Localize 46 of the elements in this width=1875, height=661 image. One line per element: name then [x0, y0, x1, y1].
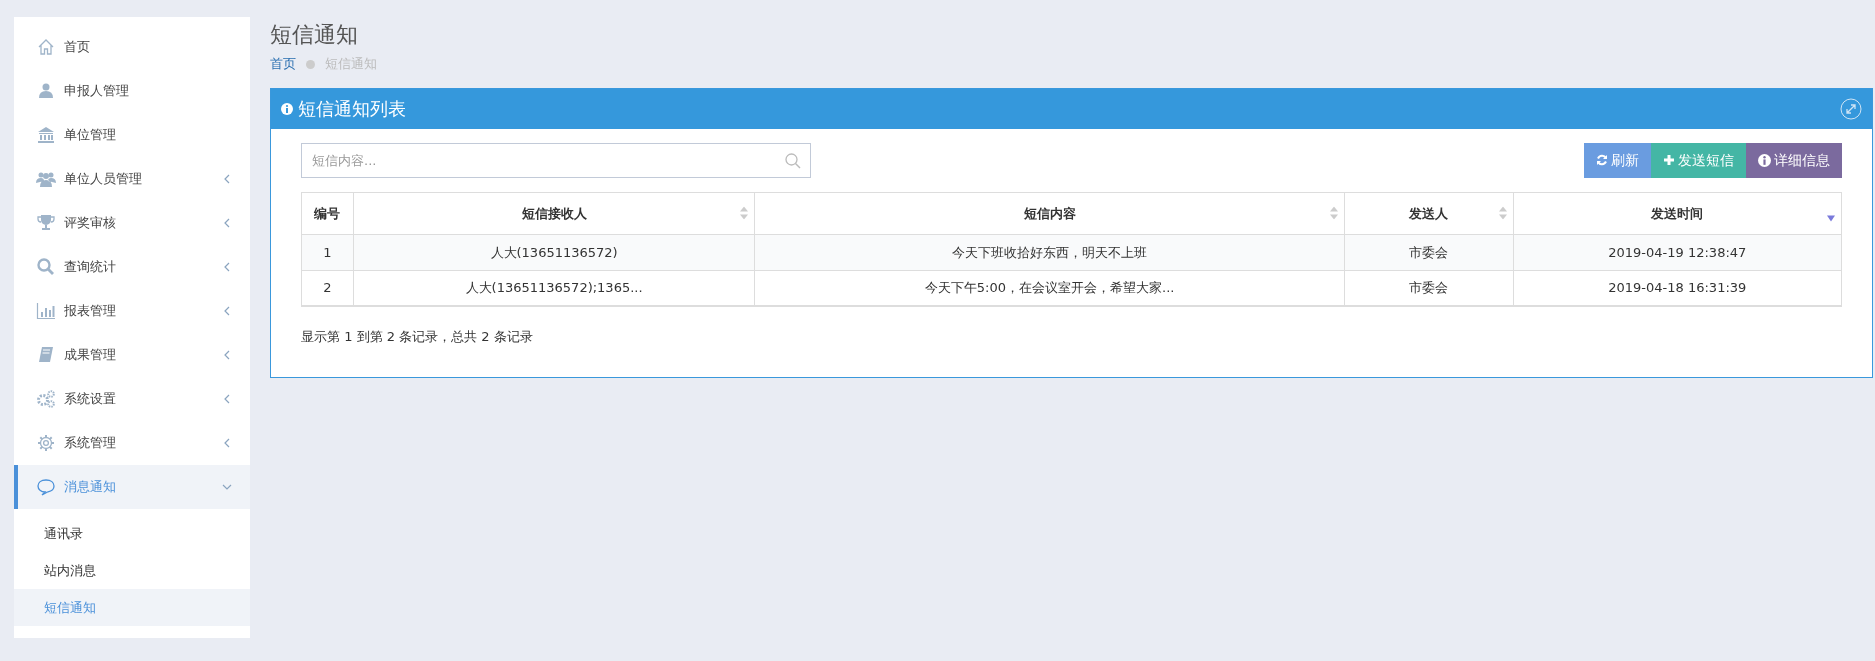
- info-icon: [281, 102, 293, 115]
- column-header[interactable]: 编号: [301, 192, 354, 235]
- chat-icon: [36, 477, 56, 497]
- plus-icon: [1663, 154, 1675, 167]
- user-icon: [36, 81, 56, 101]
- home-icon: [36, 37, 56, 57]
- column-header[interactable]: 发送时间: [1513, 192, 1842, 235]
- search-field[interactable]: 短信内容...: [301, 142, 811, 178]
- refresh-icon: [1596, 154, 1608, 167]
- search-icon: [785, 152, 801, 169]
- column-header[interactable]: 短信接收人: [353, 192, 755, 235]
- table-cell: 1: [301, 234, 354, 271]
- fullscreen-button[interactable]: [1840, 97, 1862, 120]
- table-cell: 2019-04-19 12:38:47: [1513, 234, 1842, 271]
- submenu-item[interactable]: 通讯录: [14, 515, 250, 552]
- sidebar-item[interactable]: 系统设置: [14, 377, 250, 421]
- sidebar-item[interactable]: 报表管理: [14, 289, 250, 333]
- submenu-item[interactable]: 站内消息: [14, 552, 250, 589]
- sidebar-item[interactable]: 申报人管理: [14, 69, 250, 113]
- breadcrumb-separator: [306, 59, 315, 69]
- breadcrumb-link[interactable]: 首页: [270, 54, 296, 74]
- column-header[interactable]: 发送人: [1344, 192, 1514, 235]
- column-header[interactable]: 短信内容: [754, 192, 1345, 235]
- sidebar-item[interactable]: 单位人员管理: [14, 157, 250, 201]
- table-cell: 2: [301, 270, 354, 307]
- trophy-icon: [36, 213, 56, 233]
- book-icon: [36, 345, 56, 365]
- table-cell: 市委会: [1344, 234, 1514, 271]
- page-title: 短信通知: [270, 22, 359, 49]
- info-icon: [1758, 153, 1771, 167]
- pagination-info: 显示第 1 到第 2 条记录，总共 2 条记录: [301, 328, 534, 347]
- sidebar-item[interactable]: 评奖审核: [14, 201, 250, 245]
- gears-icon: [36, 389, 56, 409]
- sidebar-item[interactable]: 单位管理: [14, 113, 250, 157]
- sidebar-item[interactable]: 成果管理: [14, 333, 250, 377]
- info-button[interactable]: 详细信息: [1746, 142, 1842, 178]
- gear-icon: [36, 433, 56, 453]
- panel-title: 短信通知列表: [298, 97, 406, 122]
- bank-icon: [36, 125, 56, 145]
- sidebar-item[interactable]: 首页: [14, 25, 250, 69]
- table-cell: 今天下班收拾好东西，明天不上班: [754, 234, 1345, 271]
- search-icon: [36, 257, 56, 277]
- sidebar-item[interactable]: 查询统计: [14, 245, 250, 289]
- bar-chart-icon: [36, 301, 56, 321]
- sidebar-item[interactable]: 系统管理: [14, 421, 250, 465]
- table-cell: 人大(13651136572): [353, 234, 755, 271]
